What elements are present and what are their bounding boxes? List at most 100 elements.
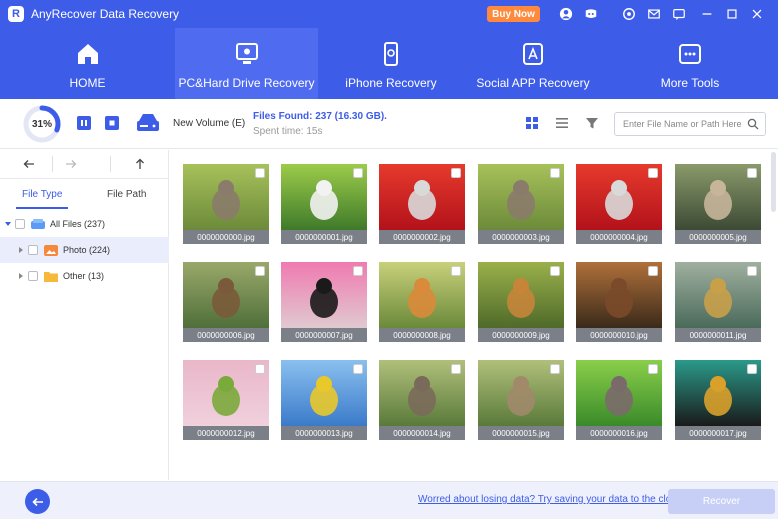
file-name: 0000000016.jpg [576,426,662,440]
tile-checkbox[interactable] [451,168,461,178]
file-tile[interactable]: 0000000007.jpg [281,262,367,348]
feedback-icon[interactable] [671,6,687,22]
thumbnail-image[interactable] [183,360,269,426]
collapsed-caret-icon[interactable] [18,247,24,253]
file-tile[interactable]: 0000000010.jpg [576,262,662,348]
thumbnail-image[interactable] [183,164,269,230]
pause-button[interactable] [77,116,91,130]
thumbnail-image[interactable] [675,164,761,230]
thumbnail-image[interactable] [675,360,761,426]
nav-home[interactable]: HOME [0,28,175,99]
tile-checkbox[interactable] [353,168,363,178]
discord-icon[interactable] [583,6,599,22]
file-tile[interactable]: 0000000013.jpg [281,360,367,446]
close-icon[interactable] [749,6,765,22]
file-tile[interactable]: 0000000011.jpg [675,262,761,348]
nav-pc-hard-drive-recovery[interactable]: PC&Hard Drive Recovery [175,28,318,99]
checkbox[interactable] [28,245,38,255]
forward-arrow-icon[interactable] [64,157,78,171]
file-tile[interactable]: 0000000015.jpg [478,360,564,446]
tile-checkbox[interactable] [747,168,757,178]
file-tile[interactable]: 0000000012.jpg [183,360,269,446]
buy-now-button[interactable]: Buy Now [487,6,540,22]
thumbnail-image[interactable] [478,164,564,230]
tile-checkbox[interactable] [353,266,363,276]
mail-icon[interactable] [646,6,662,22]
spent-time: Spent time: 15s [253,126,323,137]
thumbnail-image[interactable] [576,262,662,328]
thumbnail-image[interactable] [281,164,367,230]
stop-button[interactable] [105,116,119,130]
tree-item-other[interactable]: Other (13) [0,263,169,289]
tile-checkbox[interactable] [451,364,461,374]
tree-item-photo[interactable]: Photo (224) [0,237,169,263]
tile-checkbox[interactable] [255,266,265,276]
file-tile[interactable]: 0000000008.jpg [379,262,465,348]
expanded-caret-icon[interactable] [5,221,11,227]
grid-scrollbar[interactable] [771,152,776,212]
recover-button[interactable]: Recover [668,489,775,514]
tile-checkbox[interactable] [550,364,560,374]
file-tile[interactable]: 0000000003.jpg [478,164,564,250]
file-tile[interactable]: 0000000002.jpg [379,164,465,250]
tile-checkbox[interactable] [550,168,560,178]
list-view-icon[interactable] [555,116,569,130]
file-tile[interactable]: 0000000017.jpg [675,360,761,446]
tile-checkbox[interactable] [353,364,363,374]
settings-icon[interactable] [621,6,637,22]
tile-checkbox[interactable] [550,266,560,276]
sidebar-tabs: File Type File Path [0,180,169,209]
cloud-backup-link[interactable]: Worred about losing data? Try saving you… [418,494,682,505]
tree-item-all-files[interactable]: All Files (237) [0,211,169,237]
thumbnail-image[interactable] [576,164,662,230]
search-icon[interactable] [747,118,759,130]
collapsed-caret-icon[interactable] [18,273,24,279]
back-button[interactable] [25,489,50,514]
grid-view-icon[interactable] [525,116,539,130]
nav-social-app-recovery[interactable]: Social APP Recovery [464,28,602,99]
tile-checkbox[interactable] [451,266,461,276]
file-tile[interactable]: 0000000006.jpg [183,262,269,348]
tab-file-type[interactable]: File Type [22,189,62,200]
tile-checkbox[interactable] [255,168,265,178]
thumbnail-image[interactable] [478,360,564,426]
thumbnail-image[interactable] [379,164,465,230]
tile-checkbox[interactable] [747,364,757,374]
thumbnail-image[interactable] [478,262,564,328]
tile-checkbox[interactable] [648,364,658,374]
tile-checkbox[interactable] [648,168,658,178]
filter-icon[interactable] [585,116,599,130]
minimize-icon[interactable] [699,6,715,22]
tile-checkbox[interactable] [648,266,658,276]
checkbox[interactable] [28,271,38,281]
file-tile[interactable]: 0000000016.jpg [576,360,662,446]
file-tile[interactable]: 0000000014.jpg [379,360,465,446]
up-arrow-icon[interactable] [133,157,147,171]
file-tile[interactable]: 0000000005.jpg [675,164,761,250]
nav-iphone-recovery[interactable]: iPhone Recovery [318,28,464,99]
file-tile[interactable]: 0000000001.jpg [281,164,367,250]
thumbnail-image[interactable] [576,360,662,426]
search-input[interactable] [623,117,743,131]
thumbnail-image[interactable] [281,262,367,328]
checkbox[interactable] [15,219,25,229]
tile-checkbox[interactable] [747,266,757,276]
tab-file-path[interactable]: File Path [107,189,146,200]
file-tile[interactable]: 0000000000.jpg [183,164,269,250]
thumbnail-image[interactable] [675,262,761,328]
maximize-icon[interactable] [724,6,740,22]
thumbnail-image[interactable] [183,262,269,328]
file-name: 0000000008.jpg [379,328,465,342]
file-name: 0000000015.jpg [478,426,564,440]
thumbnail-image[interactable] [281,360,367,426]
file-tile[interactable]: 0000000004.jpg [576,164,662,250]
thumbnail-image[interactable] [379,262,465,328]
file-tile[interactable]: 0000000009.jpg [478,262,564,348]
pause-icon [81,120,87,126]
nav-more-tools[interactable]: More Tools [602,28,778,99]
tile-checkbox[interactable] [255,364,265,374]
back-arrow-icon[interactable] [22,157,36,171]
account-icon[interactable] [558,6,574,22]
thumbnail-image[interactable] [379,360,465,426]
nav-label: HOME [69,76,106,90]
